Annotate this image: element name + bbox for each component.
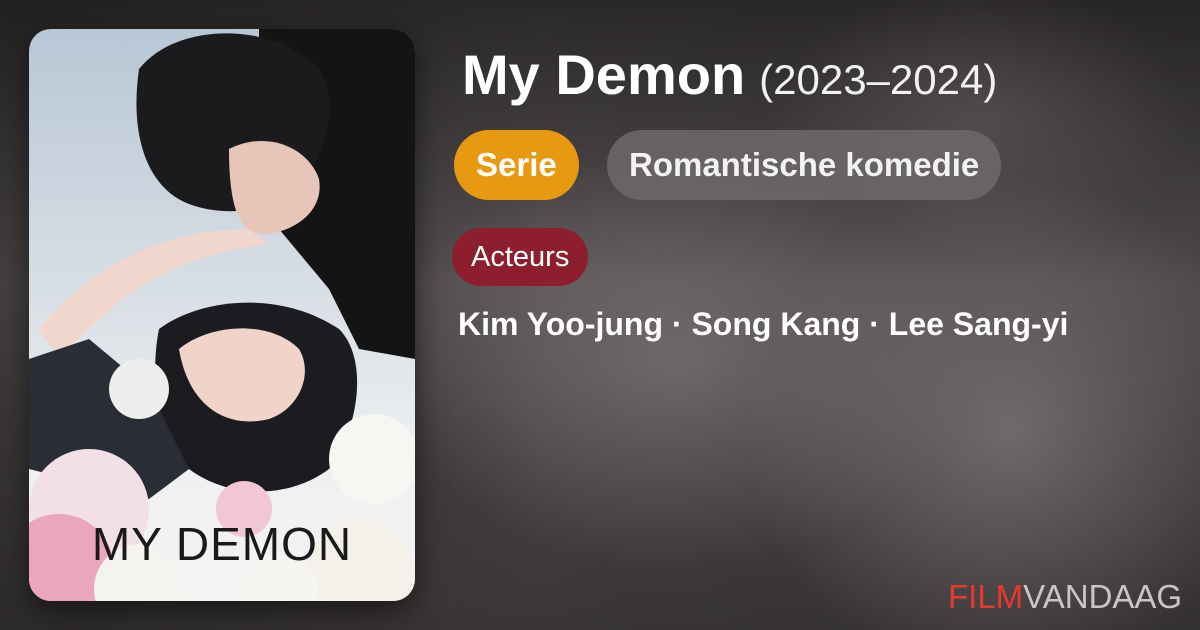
poster-title: MY DEMON <box>91 518 353 570</box>
show-years: (2023–2024) <box>759 56 998 103</box>
type-badge[interactable]: Serie <box>454 130 579 200</box>
actors-label: Acteurs <box>452 228 589 286</box>
actors-list: Kim Yoo-jung · Song Kang · Lee Sang-yi <box>458 306 1069 342</box>
show-title: My Demon <box>462 43 746 106</box>
poster-image[interactable]: MY DEMON <box>29 29 415 601</box>
brand-logo[interactable]: FILMVANDAAG <box>948 578 1182 616</box>
brand-part-vandaag: VANDAAG <box>1023 578 1183 615</box>
genre-badge[interactable]: Romantische komedie <box>607 130 1002 200</box>
title-row: My Demon (2023–2024) <box>462 42 997 107</box>
brand-part-film: FILM <box>948 578 1024 615</box>
poster-artwork <box>29 29 415 601</box>
